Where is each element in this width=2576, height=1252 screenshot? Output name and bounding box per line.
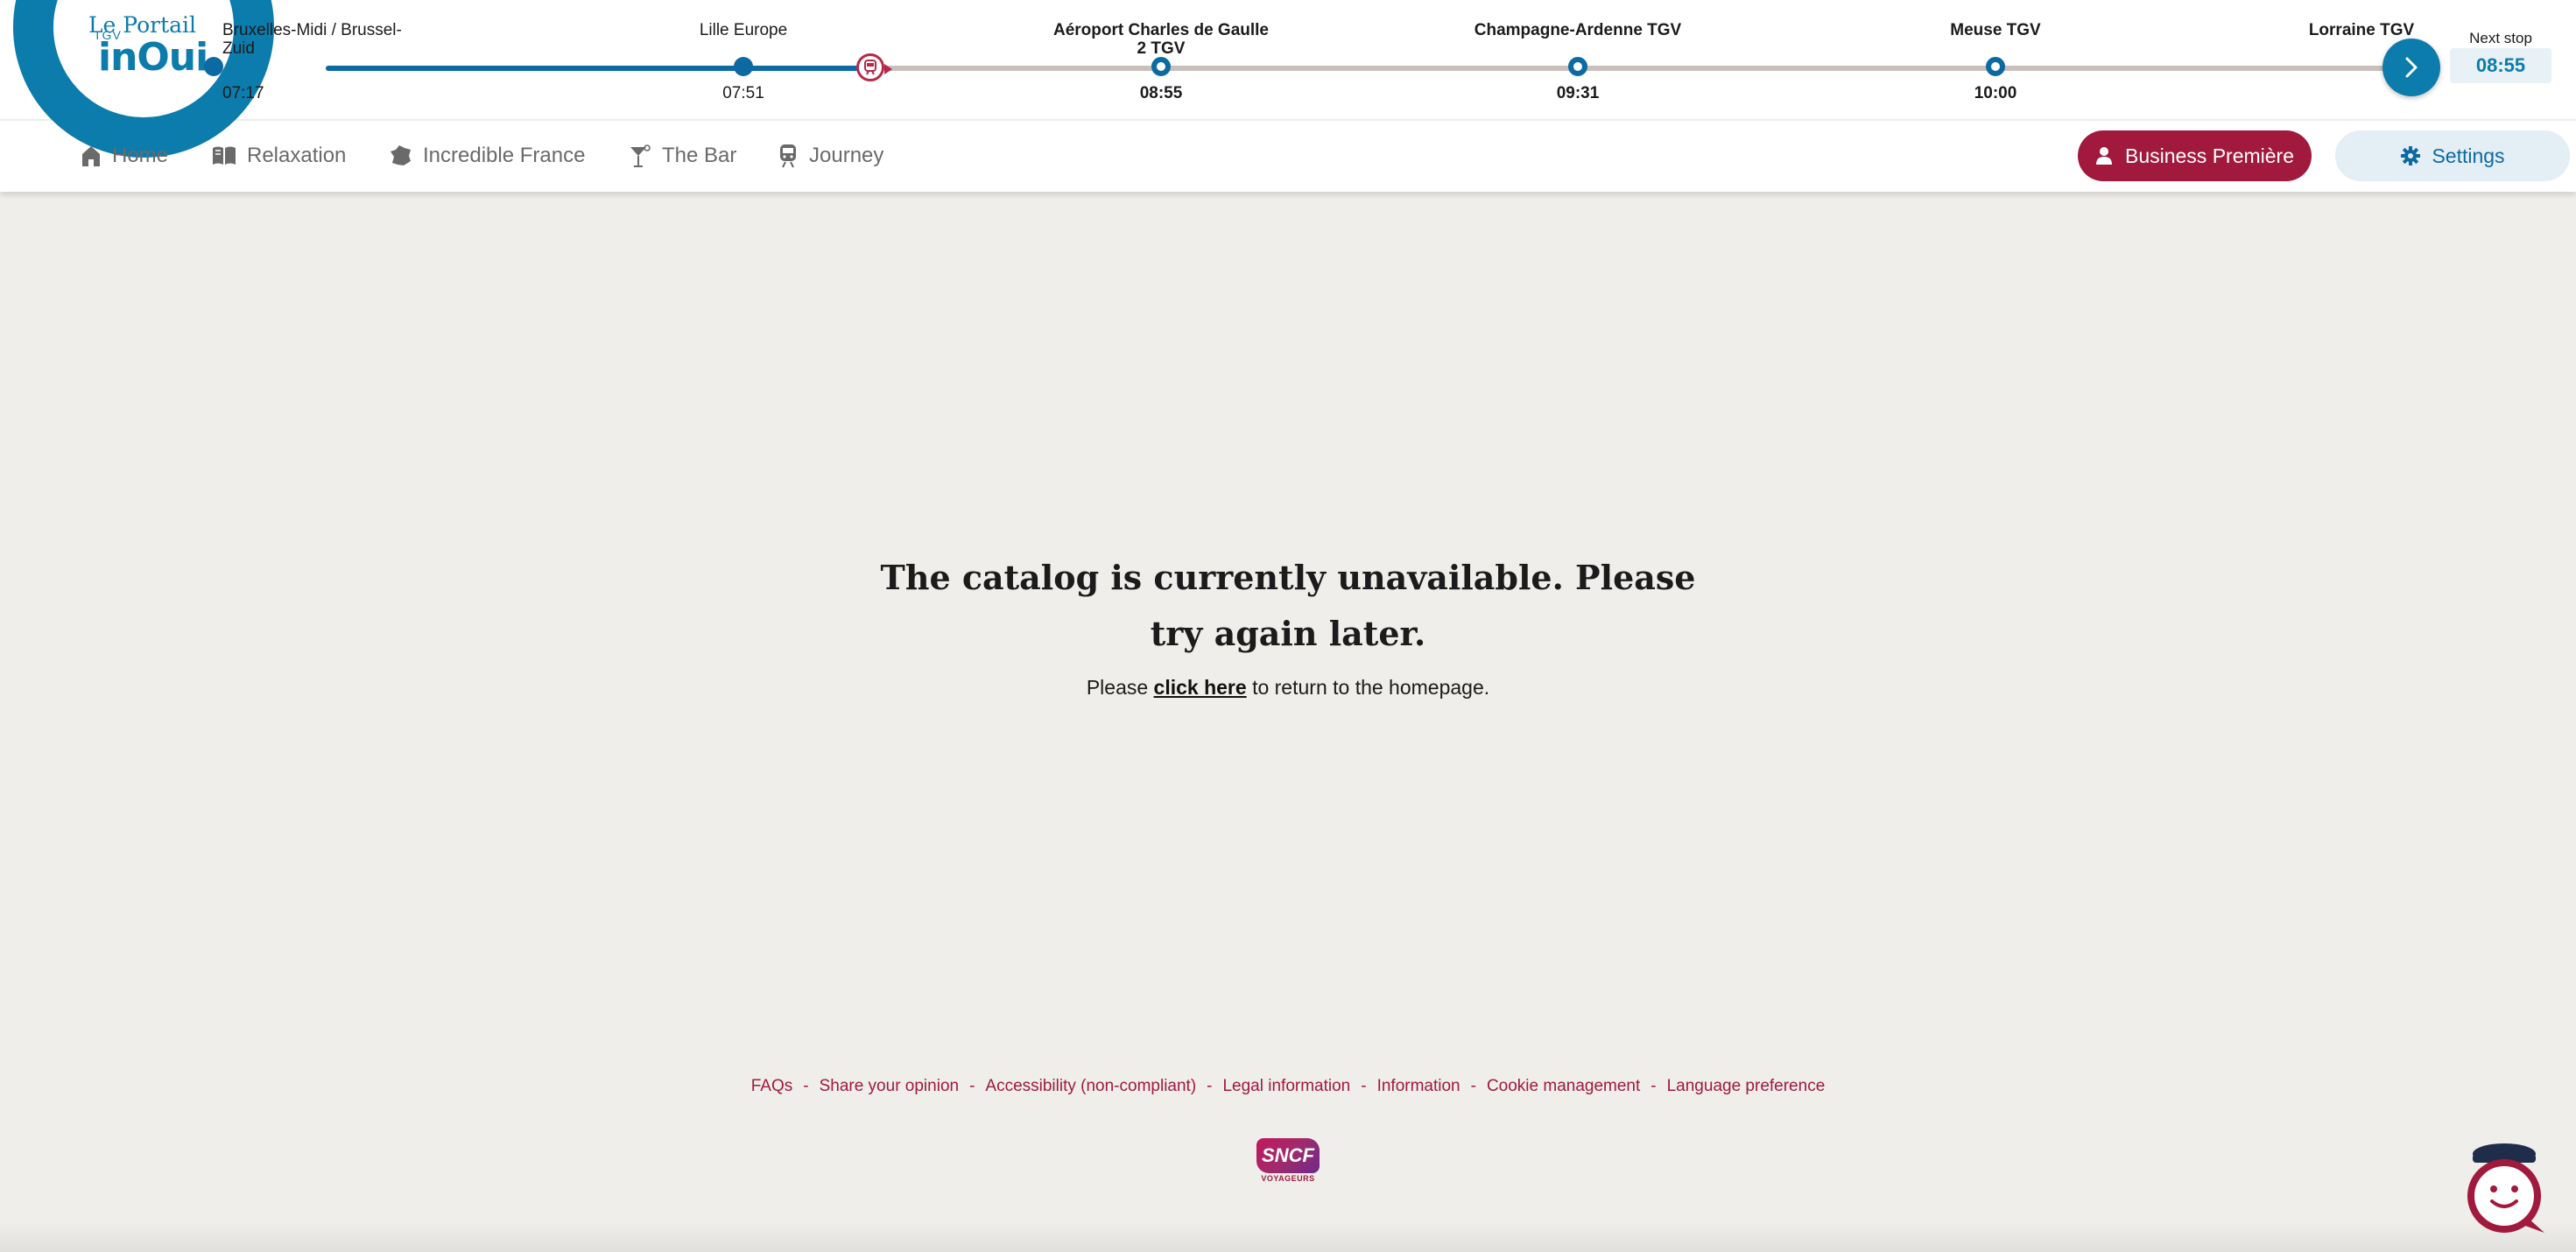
- train-icon: [864, 60, 876, 75]
- footer-separator: -: [969, 1077, 975, 1095]
- top-bar: Le Portail TGV inOui Bruxelles-Midi / Br…: [0, 0, 2576, 192]
- train-position-marker: [856, 53, 892, 81]
- journey-strip: Le Portail TGV inOui Bruxelles-Midi / Br…: [0, 0, 2576, 158]
- nav-journey-label: Journey: [809, 144, 884, 167]
- footer-separator: -: [1470, 1077, 1476, 1095]
- stop-time: 09:31: [1556, 84, 1600, 102]
- stop-name: Lorraine TGV: [2308, 21, 2415, 39]
- travel-class-button[interactable]: Business Première: [2078, 130, 2312, 181]
- journey-progress: [326, 66, 869, 71]
- error-text-after: to return to the homepage.: [1252, 676, 1490, 699]
- stop-dot: [1986, 57, 2005, 76]
- error-heading: The catalog is currently unavailable. Pl…: [880, 558, 1696, 653]
- main-nav: Home Relaxation Incredible France The Ba…: [0, 121, 2576, 192]
- sncf-logo: SNCF VOYAGEURS: [1256, 1138, 1320, 1184]
- footer-link-share-opinion[interactable]: Share your opinion: [820, 1077, 960, 1095]
- footer-link-accessibility[interactable]: Accessibility (non-compliant): [985, 1077, 1196, 1095]
- stop-name: Meuse TGV: [1950, 21, 2041, 39]
- stop-dot: [734, 57, 753, 76]
- stop-time: 10:00: [1974, 84, 2017, 102]
- footer-separator: -: [1650, 1077, 1657, 1095]
- settings-button[interactable]: Settings: [2335, 130, 2570, 181]
- settings-label: Settings: [2432, 144, 2505, 167]
- footer-separator: -: [1361, 1077, 1367, 1095]
- homepage-link[interactable]: click here: [1154, 676, 1247, 699]
- stop-time: 07:51: [722, 84, 764, 102]
- bottom-shadow: [0, 1221, 2576, 1252]
- stop-name: Champagne-Ardenne TGV: [1474, 21, 1682, 39]
- stop-dot: [1151, 57, 1171, 76]
- cocktail-icon: [630, 144, 651, 167]
- error-text-before: Please: [1086, 676, 1149, 699]
- nav-relaxation-label: Relaxation: [247, 144, 347, 167]
- nav-incredible-france[interactable]: Incredible France: [390, 138, 585, 173]
- sncf-subtitle: VOYAGEURS: [1261, 1174, 1315, 1183]
- nav-incredible-france-label: Incredible France: [423, 144, 586, 167]
- footer-links: FAQs - Share your opinion - Accessibility (n…: [0, 1077, 2576, 1096]
- sncf-badge: SNCF: [1256, 1138, 1320, 1173]
- footer-link-language[interactable]: Language preference: [1667, 1077, 1826, 1095]
- footer-separator: -: [803, 1077, 809, 1095]
- footer-link-legal[interactable]: Legal information: [1222, 1077, 1350, 1095]
- nav-relaxation[interactable]: Relaxation: [212, 138, 346, 173]
- footer-link-information[interactable]: Information: [1377, 1077, 1460, 1095]
- footer-link-cookies[interactable]: Cookie management: [1487, 1077, 1640, 1095]
- nav-the-bar-label: The Bar: [662, 144, 737, 167]
- next-stops-button[interactable]: [2382, 39, 2440, 96]
- gear-icon: [2401, 146, 2421, 165]
- next-stop-time: 08:55: [2450, 48, 2551, 83]
- stop-name: Lille Europe: [699, 21, 788, 39]
- next-stop-label: Next stop: [2469, 30, 2532, 46]
- chevron-right-icon: [2405, 57, 2418, 78]
- book-icon: [213, 146, 236, 165]
- stop-dot: [204, 57, 223, 76]
- stop-name: Bruxelles-Midi / Brussel-Zuid: [222, 21, 402, 58]
- house-icon: [82, 146, 100, 166]
- logo-brand: inOui: [98, 35, 208, 80]
- france-map-icon: [391, 145, 411, 165]
- user-icon: [2095, 147, 2112, 165]
- error-text: Please click here to return to the homep…: [850, 676, 1726, 700]
- nav-home-label: Home: [112, 144, 169, 167]
- footer-link-faqs[interactable]: FAQs: [751, 1077, 793, 1095]
- nav-journey[interactable]: Journey: [778, 138, 883, 173]
- nav-the-bar[interactable]: The Bar: [629, 138, 736, 173]
- stop-time: 07:17: [222, 84, 264, 102]
- unavailable-message: The catalog is currently unavailable. Pl…: [850, 550, 1726, 700]
- travel-class-label: Business Première: [2124, 144, 2295, 167]
- stop-dot: [1568, 57, 1587, 76]
- footer-separator: -: [1207, 1077, 1213, 1095]
- stop-time: 08:55: [1139, 84, 1183, 102]
- train-icon: [780, 144, 796, 168]
- nav-home[interactable]: Home: [81, 138, 168, 173]
- stop-name: Aéroport Charles de Gaulle 2 TGV: [1052, 21, 1269, 58]
